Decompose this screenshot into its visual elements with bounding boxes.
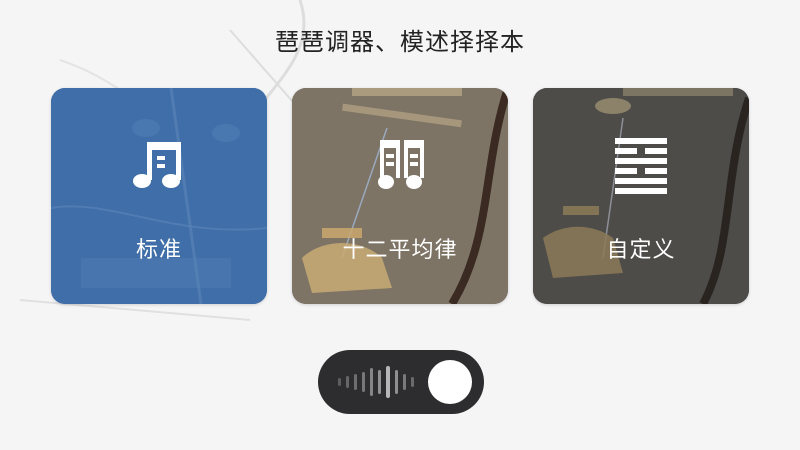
mode-card-custom[interactable]: 自定义: [533, 88, 749, 304]
music-note-icon: [133, 142, 181, 188]
standard-card-background: [51, 88, 267, 304]
equal-temperament-card-background: [292, 88, 508, 304]
mode-label-custom: 自定义: [606, 238, 676, 263]
mode-label-standard: 标准: [135, 238, 182, 263]
toggle-knob[interactable]: [428, 360, 472, 404]
twelve-tone-notes-icon: [378, 140, 424, 189]
sound-wave-icon: [338, 366, 414, 398]
page-title: 琶琶调器、模述择择本: [275, 28, 525, 56]
mode-card-standard[interactable]: 标准: [51, 88, 267, 304]
mode-label-equal-temperament: 十二平均律: [342, 238, 458, 263]
tuner-mode-screen: 琶琶调器、模述择择本 标准 十二平均律 自定义: [0, 0, 800, 450]
sound-mode-toggle[interactable]: [318, 350, 484, 414]
hexagram-icon: [615, 138, 667, 194]
mode-card-equal-temperament[interactable]: 十二平均律: [292, 88, 508, 304]
custom-card-background: [533, 88, 749, 304]
